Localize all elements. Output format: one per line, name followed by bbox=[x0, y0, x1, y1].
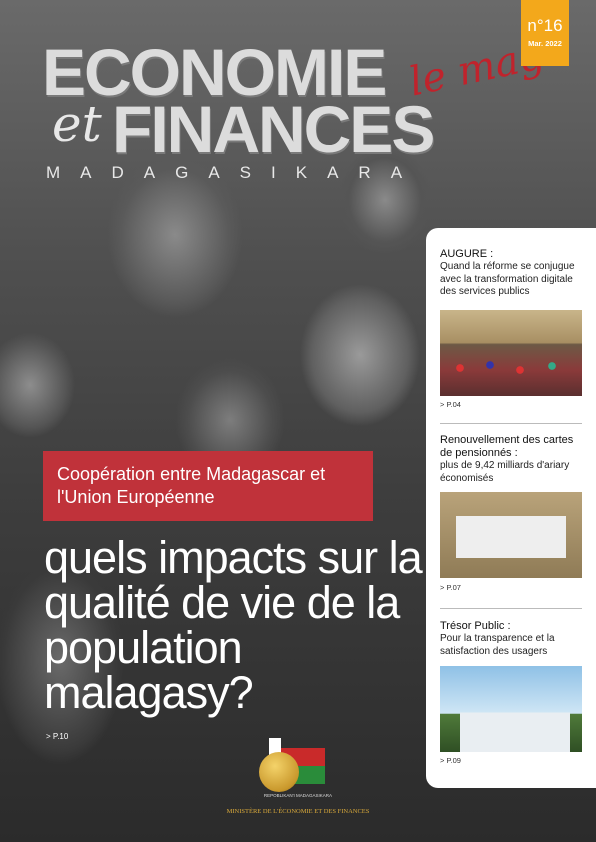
cover-headline[interactable]: quels impacts sur la qualité de vie de l… bbox=[44, 535, 424, 715]
story-description: Pour la transparence et la satisfaction … bbox=[440, 633, 555, 657]
story-image-building bbox=[440, 666, 582, 752]
masthead-subtitle: MADAGASIKARA bbox=[46, 163, 423, 182]
story-image-conference bbox=[440, 310, 582, 396]
republic-label: REPOBLIKAN'I MADAGASIKARA bbox=[263, 793, 333, 798]
masthead-finances: FINANCES bbox=[112, 92, 435, 166]
issue-date: Mar. 2022 bbox=[528, 39, 562, 48]
story-page-ref[interactable]: > P.09 bbox=[440, 756, 582, 765]
cover-kicker: Coopération entre Madagascar et l'Union … bbox=[57, 464, 326, 507]
story-description: plus de 9,42 milliards d'ariary économis… bbox=[440, 460, 570, 484]
issue-number: n°16 bbox=[527, 16, 563, 35]
sidebar-panel: AUGURE : Quand la réforme se conjugue av… bbox=[426, 228, 596, 788]
divider bbox=[440, 608, 582, 609]
story-description: Quand la réforme se conjugue avec la tra… bbox=[440, 261, 575, 297]
story-heading: AUGURE : bbox=[440, 248, 494, 260]
story-heading: Renouvellement des cartes de pensionnés … bbox=[440, 434, 574, 459]
seal-icon bbox=[259, 752, 299, 792]
cover-page-ref[interactable]: > P.10 bbox=[46, 732, 68, 741]
story-heading: Trésor Public : bbox=[440, 620, 511, 632]
masthead-et: et bbox=[52, 95, 102, 153]
sidebar-story-augure[interactable]: AUGURE : Quand la réforme se conjugue av… bbox=[440, 248, 582, 299]
cover-kicker-box: Coopération entre Madagascar et l'Union … bbox=[43, 451, 373, 521]
issue-badge: n°16 Mar. 2022 bbox=[521, 0, 569, 66]
ministry-name: MINISTÈRE DE L'ÉCONOMIE ET DES FINANCES bbox=[226, 808, 370, 815]
ministry-logo bbox=[255, 738, 331, 798]
divider bbox=[440, 423, 582, 424]
story-page-ref[interactable]: > P.07 bbox=[440, 583, 582, 592]
story-page-ref[interactable]: > P.04 bbox=[440, 400, 582, 409]
sidebar-story-tresor[interactable]: Trésor Public : Pour la transparence et … bbox=[440, 620, 582, 658]
sidebar-story-pensions[interactable]: Renouvellement des cartes de pensionnés … bbox=[440, 434, 582, 485]
story-image-cards bbox=[440, 492, 582, 578]
